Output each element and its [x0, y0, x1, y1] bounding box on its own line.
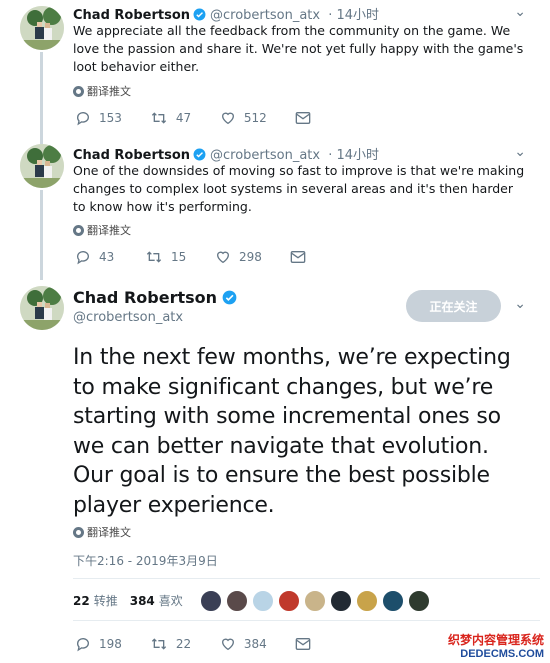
like-icon — [221, 112, 234, 125]
retweets-count: 22 — [73, 594, 90, 608]
like-button[interactable]: 298 — [215, 249, 262, 265]
author-handle[interactable]: @crobertson_atx — [210, 148, 320, 163]
retweet-icon — [151, 112, 167, 124]
likes-label: 喜欢 — [158, 594, 183, 608]
like-count: 298 — [239, 250, 262, 264]
retweet-count: 15 — [171, 250, 187, 264]
tweet-text: In the next few months, we’re expecting … — [73, 343, 533, 520]
avatar[interactable] — [20, 6, 64, 50]
like-icon — [221, 638, 234, 651]
tweet-time[interactable]: · 14小时 — [328, 148, 379, 163]
divider — [73, 578, 540, 579]
message-button[interactable] — [295, 637, 337, 651]
message-button[interactable] — [290, 250, 332, 264]
chevron-down-icon[interactable]: ⌄ — [514, 144, 526, 160]
retweets-label: 转推 — [93, 594, 118, 608]
avatar[interactable] — [278, 590, 300, 612]
translate-label: 翻译推文 — [87, 85, 131, 98]
tweet-text-line: to make significant changes, but we’re — [73, 374, 494, 400]
tweet-text-line: starting with some incremental ones so — [73, 404, 501, 429]
avatar[interactable] — [20, 144, 64, 188]
reply-button[interactable]: 43 — [75, 249, 117, 265]
reply-count: 153 — [99, 111, 122, 125]
following-button[interactable]: 正在关注 — [406, 290, 501, 322]
watermark-line: DEDECMS.COM — [460, 648, 544, 660]
tweet[interactable]: Chad Robertson @crobertson_atx · 14小时 ⌄ W… — [0, 0, 550, 140]
like-button[interactable]: 512 — [220, 110, 267, 126]
tweet-text: We appreciate all the feedback from the … — [73, 23, 524, 74]
avatar[interactable] — [356, 590, 378, 612]
verified-icon — [222, 290, 237, 309]
author-handle[interactable]: @crobertson_atx — [210, 8, 320, 23]
retweet-count: 47 — [175, 111, 192, 125]
message-button[interactable] — [295, 111, 337, 125]
like-icon — [216, 251, 230, 264]
chevron-down-icon[interactable]: ⌄ — [514, 296, 526, 312]
like-count: 512 — [243, 111, 267, 125]
retweet-icon — [146, 251, 162, 263]
retweet-count: 22 — [175, 637, 192, 651]
message-icon — [295, 638, 311, 650]
reply-button[interactable]: 198 — [75, 636, 122, 652]
avatar[interactable] — [20, 286, 64, 330]
divider — [73, 620, 540, 621]
reply-count: 198 — [99, 637, 122, 651]
translate-link[interactable]: 翻译推文 — [73, 222, 131, 238]
avatar[interactable] — [200, 590, 222, 612]
like-count: 384 — [243, 637, 267, 651]
retweet-button[interactable]: 22 — [150, 636, 192, 652]
chevron-down-icon[interactable]: ⌄ — [514, 4, 526, 20]
likes-stat[interactable]: 384 喜欢 — [130, 592, 183, 609]
translate-link[interactable]: 翻译推文 — [73, 524, 131, 540]
avatar[interactable] — [304, 590, 326, 612]
avatar[interactable] — [226, 590, 248, 612]
reply-icon — [77, 638, 89, 652]
author-name[interactable]: Chad Robertson — [73, 8, 190, 23]
watermark: 织梦内容管理系统 DEDECMS.COM — [434, 633, 544, 661]
retweet-button[interactable]: 15 — [145, 249, 187, 265]
likes-count: 384 — [129, 594, 155, 608]
tweet-text-line: In the next few months, we’re expecting — [73, 345, 511, 370]
author-handle[interactable]: @crobertson_atx — [73, 310, 183, 325]
translate-label: 翻译推文 — [87, 526, 131, 539]
reply-icon — [77, 112, 89, 126]
avatar[interactable] — [330, 590, 352, 612]
avatar[interactable] — [408, 590, 430, 612]
retweet-button[interactable]: 47 — [150, 110, 192, 126]
main-tweet: Chad Robertson @crobertson_atx 正在关注 ⌄ In… — [0, 280, 550, 663]
reply-count: 43 — [99, 250, 115, 264]
author-name[interactable]: Chad Robertson — [73, 288, 217, 307]
tweet-text: One of the downsides of moving so fast t… — [73, 163, 525, 214]
watermark-line: 织梦内容管理系统 — [447, 633, 544, 647]
reply-button[interactable]: 153 — [75, 110, 122, 126]
retweets-stat[interactable]: 22 转推 — [73, 592, 118, 609]
tweet-text-line: Our goal is to ensure the best possible — [73, 463, 490, 488]
author-name[interactable]: Chad Robertson — [73, 148, 190, 163]
message-icon — [295, 112, 311, 124]
retweet-icon — [151, 638, 167, 650]
avatar[interactable] — [252, 590, 274, 612]
like-button[interactable]: 384 — [220, 636, 267, 652]
globe-icon — [73, 526, 84, 538]
translate-label: 翻译推文 — [87, 224, 131, 237]
message-icon — [290, 251, 306, 263]
avatar[interactable] — [382, 590, 404, 612]
tweet-text-line: we can better navigate that evolution. — [73, 433, 489, 459]
tweet[interactable]: Chad Robertson @crobertson_atx · 14小时 ⌄ O… — [0, 140, 550, 280]
timestamp[interactable]: 下午2:16 - 2019年3月9日 — [73, 552, 218, 569]
globe-icon — [73, 224, 84, 236]
tweet-text-line: player experience. — [73, 492, 275, 518]
reply-icon — [77, 251, 89, 265]
tweet-time[interactable]: · 14小时 — [328, 8, 379, 23]
translate-link[interactable]: 翻译推文 — [73, 83, 131, 99]
globe-icon — [73, 85, 84, 97]
liker-avatars — [200, 590, 434, 612]
